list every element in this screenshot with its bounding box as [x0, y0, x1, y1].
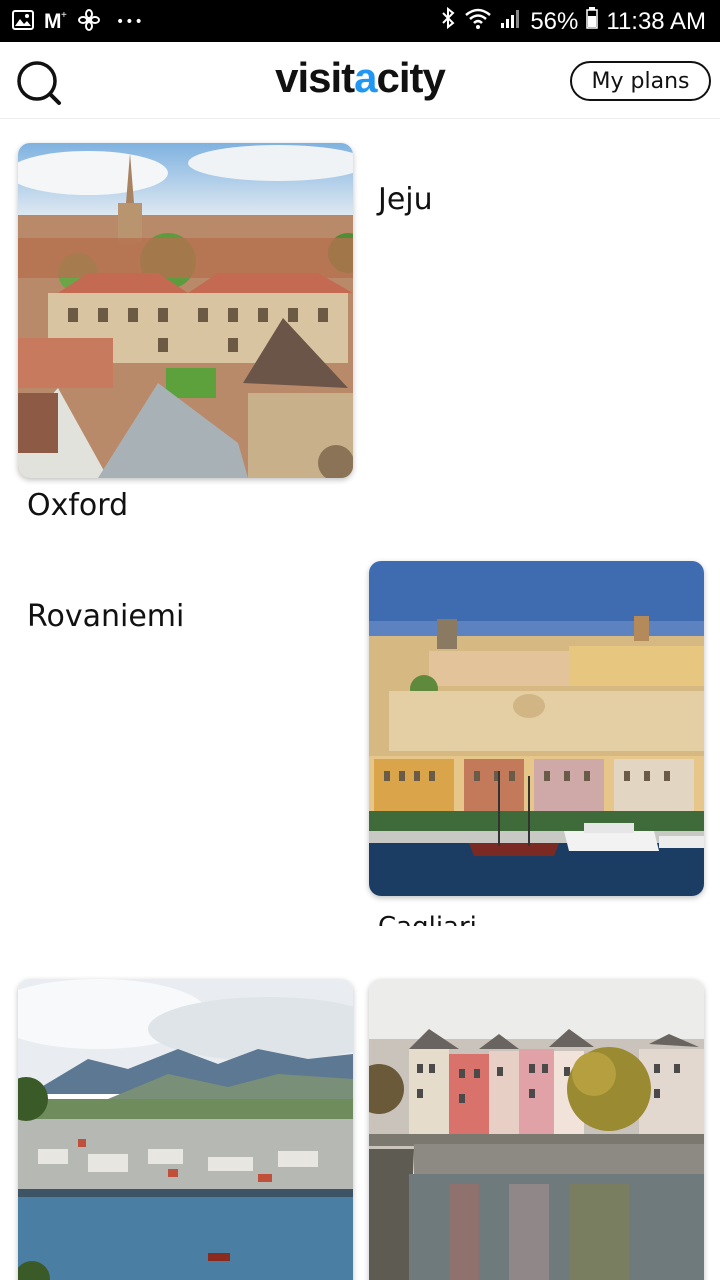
status-bar: M + ••• 56% 11:38 AM: [0, 0, 720, 42]
city-name-oxford[interactable]: Oxford: [27, 488, 128, 523]
city-card-image-tromso[interactable]: [18, 979, 353, 1280]
gmail-notification-icon: M +: [44, 10, 68, 34]
clock: 11:38 AM: [606, 7, 706, 35]
city-name-rovaniemi[interactable]: Rovaniemi: [27, 599, 184, 634]
my-plans-button[interactable]: My plans: [570, 61, 711, 101]
brand-prefix: visit: [275, 54, 355, 101]
city-card-image-oxford[interactable]: [18, 143, 353, 478]
svg-text:+: +: [61, 10, 67, 21]
cagliari-photo: [369, 561, 704, 896]
wifi-icon: [464, 6, 492, 37]
fan-notification-icon: [78, 9, 100, 35]
brand-accent: a: [354, 54, 377, 101]
app-header: visitacity My plans: [0, 42, 720, 119]
battery-percent: 56%: [530, 7, 579, 35]
brand-suffix: city: [376, 54, 446, 101]
cell-signal-icon: [500, 7, 522, 36]
city-card-image-cagliari[interactable]: [369, 561, 704, 896]
city-card-image-cork[interactable]: [369, 979, 704, 1280]
tromso-photo: [18, 979, 353, 1280]
battery-icon: [586, 7, 599, 36]
gallery-notification-icon: [12, 10, 34, 34]
city-name-jeju[interactable]: Jeju: [378, 182, 433, 217]
city-name-cagliari[interactable]: Cagliari: [378, 907, 477, 926]
bluetooth-icon: [440, 6, 456, 37]
svg-text:M: M: [44, 10, 62, 30]
more-notifications-icon: •••: [116, 14, 144, 30]
oxford-photo: [18, 143, 353, 478]
cork-photo: [369, 979, 704, 1280]
